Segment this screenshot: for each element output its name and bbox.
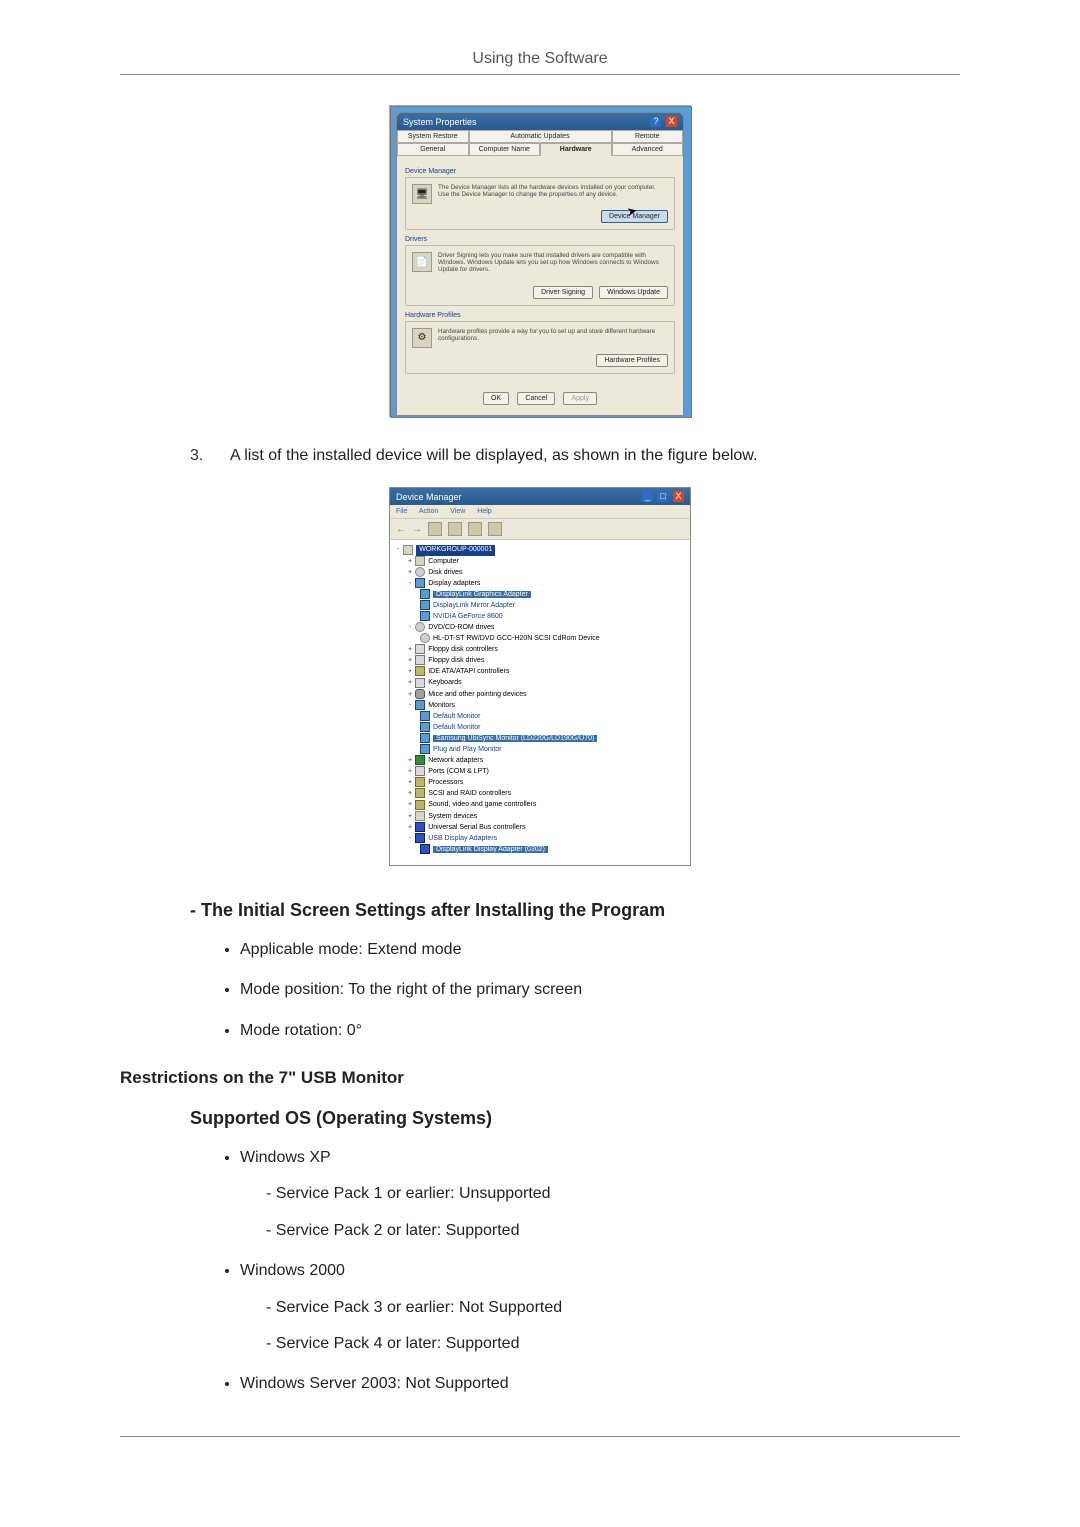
tree-node[interactable]: +Universal Serial Bus controllers [408, 822, 684, 833]
footer-divider [120, 1436, 960, 1437]
close-icon[interactable]: X [666, 116, 677, 127]
list-item: Service Pack 4 or later: Supported [266, 1333, 960, 1355]
section-initial-title: The Initial Screen Settings after Instal… [190, 900, 960, 921]
toolbar-icon-2[interactable] [448, 522, 462, 536]
tree-node[interactable]: -Display adaptersDisplayLink Graphics Ad… [408, 578, 684, 622]
windows-update-button[interactable]: Windows Update [599, 286, 668, 299]
ok-button[interactable]: OK [483, 392, 509, 405]
tree-node[interactable]: DisplayLink Graphics Adapter [420, 589, 684, 600]
step-3-number: 3. [190, 445, 212, 467]
hardware-profiles-description: Hardware profiles provide a way for you … [438, 328, 668, 348]
menu-action[interactable]: Action [419, 508, 438, 515]
page-header-title: Using the Software [120, 50, 960, 68]
tab-system-restore[interactable]: System Restore [397, 130, 469, 143]
menu-file[interactable]: File [396, 508, 407, 515]
tree-root[interactable]: WORKGROUP-000001 [416, 545, 495, 555]
list-item: Service Pack 3 or earlier: Not Supported [266, 1297, 960, 1319]
list-item: Mode position: To the right of the prima… [240, 979, 960, 1001]
list-item: Applicable mode: Extend mode [240, 939, 960, 961]
group-label-drivers: Drivers [405, 236, 675, 243]
tree-node[interactable]: HL-DT-ST RW/DVD GCC-H20N SCSI CdRom Devi… [420, 633, 684, 644]
tree-node[interactable]: +SCSI and RAID controllers [408, 788, 684, 799]
tree-node[interactable]: DisplayLink Mirror Adapter [420, 600, 684, 611]
drivers-description: Driver Signing lets you make sure that i… [438, 252, 668, 274]
hardware-profiles-button[interactable]: Hardware Profiles [596, 354, 668, 367]
cancel-button[interactable]: Cancel [517, 392, 555, 405]
tree-node[interactable]: +Network adapters [408, 755, 684, 766]
menu-view[interactable]: View [450, 508, 465, 515]
tab-advanced[interactable]: Advanced [612, 143, 684, 156]
tree-node[interactable]: +Floppy disk controllers [408, 644, 684, 655]
devmgr-tree[interactable]: -WORKGROUP-000001+Computer+Disk drives-D… [390, 540, 690, 865]
tab-hardware[interactable]: Hardware [540, 143, 612, 156]
devmgr-toolbar: ← → [390, 519, 690, 540]
drivers-icon: 📄 [412, 252, 432, 272]
devmgr-menubar[interactable]: File Action View Help [390, 505, 690, 519]
section-supported-os-title: Supported OS (Operating Systems) [190, 1108, 960, 1129]
hardware-profiles-icon: ⚙ [412, 328, 432, 348]
tab-general[interactable]: General [397, 143, 469, 156]
step-3: 3. A list of the installed device will b… [190, 445, 960, 467]
tab-computer-name[interactable]: Computer Name [469, 143, 541, 156]
header-divider [120, 74, 960, 75]
document-page: Using the Software System Properties ? X… [0, 0, 1080, 1517]
tree-node[interactable]: -DVD/CD-ROM drivesHL-DT-ST RW/DVD GCC-H2… [408, 622, 684, 644]
toolbar-icon-1[interactable] [428, 522, 442, 536]
toolbar-icon-4[interactable] [488, 522, 502, 536]
tree-node[interactable]: -USB Display AdaptersDisplayLink Display… [408, 833, 684, 855]
minimize-icon[interactable]: _ [642, 491, 653, 502]
tree-node[interactable]: Plug and Play Monitor [420, 744, 684, 755]
driver-signing-button[interactable]: Driver Signing [533, 286, 593, 299]
tree-node[interactable]: +Floppy disk drives [408, 655, 684, 666]
help-icon[interactable]: ? [650, 116, 661, 127]
devmgr-titlebar[interactable]: Device Manager _ □ X [390, 488, 690, 505]
tree-node[interactable]: +Mice and other pointing devices [408, 689, 684, 700]
list-item: Service Pack 1 or earlier: Unsupported [266, 1183, 960, 1205]
apply-button[interactable]: Apply [563, 392, 597, 405]
tree-node[interactable]: +Computer [408, 556, 684, 567]
maximize-icon[interactable]: □ [657, 491, 668, 502]
tree-node[interactable]: Default Monitor [420, 722, 684, 733]
step-3-text: A list of the installed device will be d… [230, 445, 757, 467]
section-restrictions-title: Restrictions on the 7" USB Monitor [120, 1068, 960, 1088]
device-manager-screenshot: Device Manager _ □ X File Action View He… [389, 487, 691, 866]
tree-node[interactable]: +Keyboards [408, 677, 684, 688]
dialog-titlebar[interactable]: System Properties ? X [397, 113, 683, 130]
device-manager-description: The Device Manager lists all the hardwar… [438, 184, 668, 204]
tree-node[interactable]: +System devices [408, 811, 684, 822]
tree-node[interactable]: +Sound, video and game controllers [408, 799, 684, 810]
list-item: Windows 2000Service Pack 3 or earlier: N… [240, 1260, 960, 1355]
tree-node[interactable]: DisplayLink Display Adapter (0302) [420, 844, 684, 855]
supported-os-list: Windows XPService Pack 1 or earlier: Uns… [240, 1147, 960, 1396]
device-manager-icon: 🖥 [412, 184, 432, 204]
tree-node[interactable]: Default Monitor [420, 711, 684, 722]
tree-node[interactable]: +Processors [408, 777, 684, 788]
tree-node[interactable]: +IDE ATA/ATAPI controllers [408, 666, 684, 677]
list-item: Mode rotation: 0° [240, 1020, 960, 1042]
list-item: Service Pack 2 or later: Supported [266, 1220, 960, 1242]
devmgr-title-text: Device Manager [396, 492, 462, 502]
menu-help[interactable]: Help [477, 508, 491, 515]
dialog-title-text: System Properties [403, 117, 477, 127]
close-icon[interactable]: X [673, 491, 684, 502]
tab-automatic-updates[interactable]: Automatic Updates [469, 130, 612, 143]
group-label-hardware-profiles: Hardware Profiles [405, 312, 675, 319]
tree-node[interactable]: +Ports (COM & LPT) [408, 766, 684, 777]
forward-icon[interactable]: → [412, 524, 422, 535]
group-label-device-manager: Device Manager [405, 168, 675, 175]
system-properties-screenshot: System Properties ? X System Restore Aut… [389, 105, 691, 417]
tree-node[interactable]: Samsung UbiSync Monitor (LD220G/LD190G/U… [420, 733, 684, 744]
list-item: Windows Server 2003: Not Supported [240, 1373, 960, 1395]
tree-node[interactable]: NVIDIA GeForce 8600 [420, 611, 684, 622]
back-icon[interactable]: ← [396, 524, 406, 535]
toolbar-icon-3[interactable] [468, 522, 482, 536]
tab-remote[interactable]: Remote [612, 130, 684, 143]
tree-node[interactable]: +Disk drives [408, 567, 684, 578]
tree-node[interactable]: -MonitorsDefault MonitorDefault MonitorS… [408, 700, 684, 755]
dialog-tabs: System Restore Automatic Updates Remote … [397, 130, 683, 156]
list-item: Windows XPService Pack 1 or earlier: Uns… [240, 1147, 960, 1242]
initial-settings-list: Applicable mode: Extend mode Mode positi… [240, 939, 960, 1042]
